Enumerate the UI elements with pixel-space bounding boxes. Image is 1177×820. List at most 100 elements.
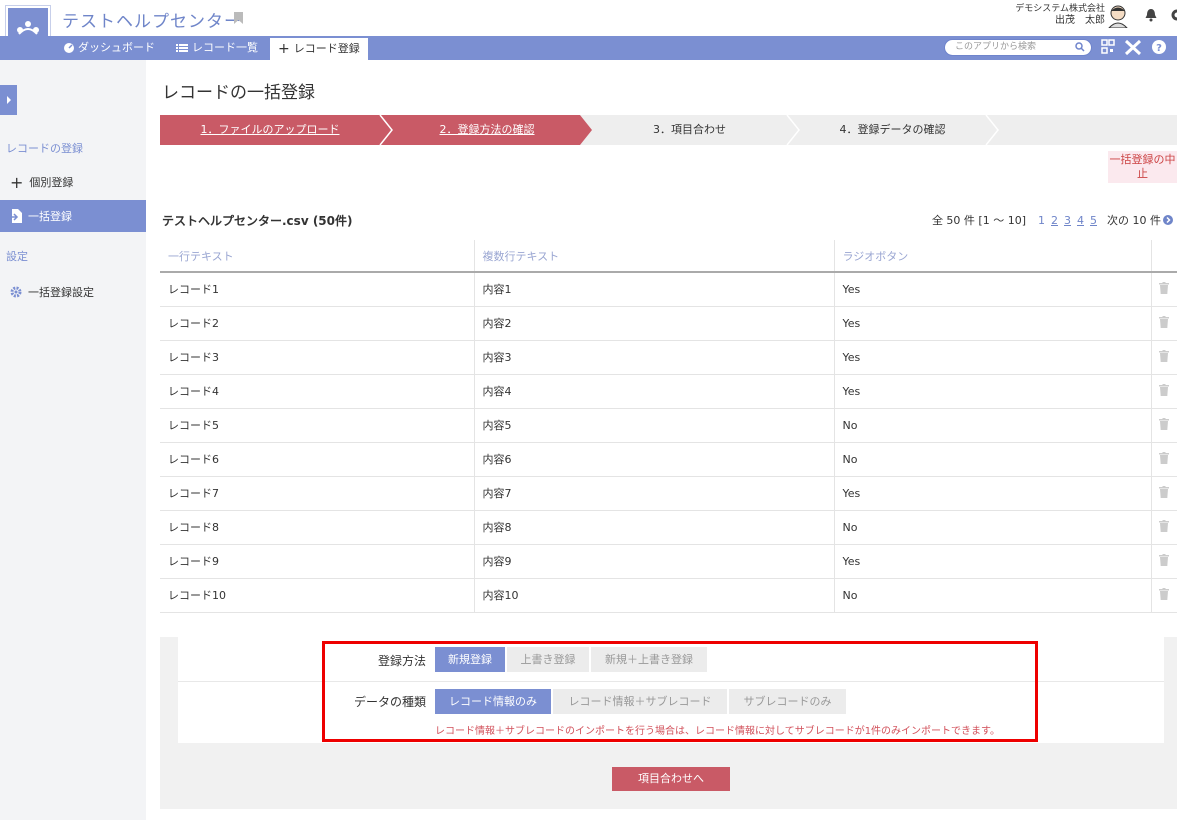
trash-icon[interactable] xyxy=(1159,417,1170,430)
table-cell: Yes xyxy=(834,544,1152,579)
pager-page[interactable]: 3 xyxy=(1064,214,1071,227)
table-cell: 内容6 xyxy=(474,442,835,477)
table-row: レコード8 内容8 No xyxy=(160,510,1177,545)
trash-icon[interactable] xyxy=(1159,587,1170,600)
table-cell: Yes xyxy=(834,306,1152,341)
delete-row-cell xyxy=(1151,442,1177,477)
help-icon[interactable]: ? xyxy=(1151,39,1167,55)
trash-icon[interactable] xyxy=(1159,281,1170,294)
sidebar-section-settings: 設定 xyxy=(6,250,28,263)
trash-icon[interactable] xyxy=(1159,349,1170,362)
next-step-label: 項目合わせへ xyxy=(638,772,704,785)
table-cell: レコード6 xyxy=(160,442,475,477)
delete-row-cell xyxy=(1151,510,1177,545)
sidebar-item-bulk-settings[interactable]: 一括登録設定 xyxy=(0,276,146,308)
user-info[interactable]: デモシステム株式会社 出茂 太郎 xyxy=(1015,3,1105,27)
records-table: 一行テキスト 複数行テキスト ラジオボタン レコード1 内容1 Yes レコード2 内容… xyxy=(160,240,1177,613)
table-cell: Yes xyxy=(834,374,1152,409)
trash-icon[interactable] xyxy=(1159,485,1170,498)
bell-icon[interactable] xyxy=(1144,8,1158,22)
pagination: 全 50 件 [1 〜 10] 1 2 3 4 5 次の 10 件 xyxy=(932,212,1173,228)
table-row: レコード5 内容5 No xyxy=(160,408,1177,443)
table-row: レコード9 内容9 Yes xyxy=(160,544,1177,579)
table-cell: レコード8 xyxy=(160,510,475,545)
table-cell: レコード9 xyxy=(160,544,475,579)
step-progress: 1．ファイルのアップロード 2．登録方法の確認 3．項目合わせ 4．登録データの… xyxy=(160,115,1177,145)
table-cell: レコード3 xyxy=(160,340,475,375)
table-cell: 内容10 xyxy=(474,578,835,613)
table-cell: レコード5 xyxy=(160,408,475,443)
column-header: 複数行テキスト xyxy=(474,240,835,273)
sidebar-section-register: レコードの登録 xyxy=(6,142,83,155)
table-row: レコード2 内容2 Yes xyxy=(160,306,1177,341)
bookmark-icon[interactable] xyxy=(234,12,243,24)
trash-icon[interactable] xyxy=(1159,451,1170,464)
table-cell: レコード10 xyxy=(160,578,475,613)
table-cell: 内容4 xyxy=(474,374,835,409)
table-row: レコード10 内容10 No xyxy=(160,578,1177,613)
table-cell: 内容5 xyxy=(474,408,835,443)
pager-summary: 全 50 件 [1 〜 10] xyxy=(931,214,1026,227)
delete-row-cell xyxy=(1151,306,1177,341)
step-2[interactable]: 2．登録方法の確認 xyxy=(392,115,582,145)
pager-page[interactable]: 2 xyxy=(1051,214,1058,227)
logo-icon xyxy=(17,21,39,35)
pager-next-label: 次の 10 件 xyxy=(1107,214,1161,227)
trash-icon[interactable] xyxy=(1159,519,1170,532)
table-cell: レコード4 xyxy=(160,374,475,409)
app-title: テストヘルプセンター xyxy=(62,12,242,32)
cancel-bulk-button[interactable]: 一括登録の中止 xyxy=(1108,151,1177,183)
plus-icon: + xyxy=(278,41,290,57)
table-cell: Yes xyxy=(834,340,1152,375)
step-3: 3．項目合わせ xyxy=(653,123,726,136)
pager-page[interactable]: 5 xyxy=(1090,214,1097,227)
sidebar-item-single[interactable]: + 個別登録 xyxy=(0,166,146,198)
settings-tools-icon[interactable] xyxy=(1124,39,1142,56)
step-4: 4．登録データの確認 xyxy=(839,123,946,136)
column-header: 一行テキスト xyxy=(160,240,475,273)
search-placeholder: このアプリから検索 xyxy=(955,42,1037,52)
delete-row-cell xyxy=(1151,272,1177,307)
table-cell: No xyxy=(834,510,1152,545)
company-name: デモシステム株式会社 xyxy=(1015,4,1105,14)
table-cell: 内容8 xyxy=(474,510,835,545)
trash-icon[interactable] xyxy=(1159,383,1170,396)
nav-record-list[interactable]: レコード一覧 xyxy=(176,36,258,60)
nav-dashboard[interactable]: ダッシュボード xyxy=(64,36,155,60)
table-row: レコード3 内容3 Yes xyxy=(160,340,1177,375)
column-header-actions xyxy=(1151,240,1177,273)
step-1[interactable]: 1．ファイルのアップロード xyxy=(160,115,380,145)
sidebar-item-label: 一括登録設定 xyxy=(28,286,94,299)
search-icon[interactable] xyxy=(1075,42,1085,52)
delete-row-cell xyxy=(1151,374,1177,409)
search-input[interactable]: このアプリから検索 xyxy=(944,39,1092,56)
file-title: テストヘルプセンター.csv (50件) xyxy=(162,214,353,228)
dashboard-icon xyxy=(64,43,74,53)
pager-page[interactable]: 4 xyxy=(1077,214,1084,227)
table-cell: Yes xyxy=(834,476,1152,511)
sidebar-item-bulk[interactable]: 一括登録 xyxy=(0,200,146,232)
svg-text:?: ? xyxy=(1156,43,1162,54)
plus-icon: + xyxy=(10,172,24,192)
app-header: テストヘルプセンター デモシステム株式会社 出茂 太郎 ダッシュボード レコード… xyxy=(0,0,1177,60)
sidebar-toggle[interactable] xyxy=(0,85,17,115)
table-cell: 内容1 xyxy=(474,272,835,307)
avatar[interactable] xyxy=(1107,4,1129,28)
sidebar: レコードの登録 + 個別登録 一括登録 設定 一括登録設定 xyxy=(0,60,146,820)
nav-record-register[interactable]: + レコード登録 xyxy=(270,38,368,60)
sidebar-item-label: 個別登録 xyxy=(29,176,74,189)
table-cell: Yes xyxy=(834,272,1152,307)
import-icon xyxy=(10,209,22,223)
highlight-frame xyxy=(322,641,1038,742)
table-row: レコード6 内容6 No xyxy=(160,442,1177,477)
table-row: レコード4 内容4 Yes xyxy=(160,374,1177,409)
next-step-button[interactable]: 項目合わせへ xyxy=(612,767,730,791)
gear-icon[interactable] xyxy=(1170,8,1177,22)
sidebar-item-label: 一括登録 xyxy=(28,210,72,223)
trash-icon[interactable] xyxy=(1159,553,1170,566)
qr-code-icon[interactable] xyxy=(1101,39,1115,55)
trash-icon[interactable] xyxy=(1159,315,1170,328)
pager-next[interactable]: 次の 10 件 xyxy=(1107,212,1173,228)
nav-record-list-label: レコード一覧 xyxy=(192,41,258,54)
table-cell: No xyxy=(834,408,1152,443)
